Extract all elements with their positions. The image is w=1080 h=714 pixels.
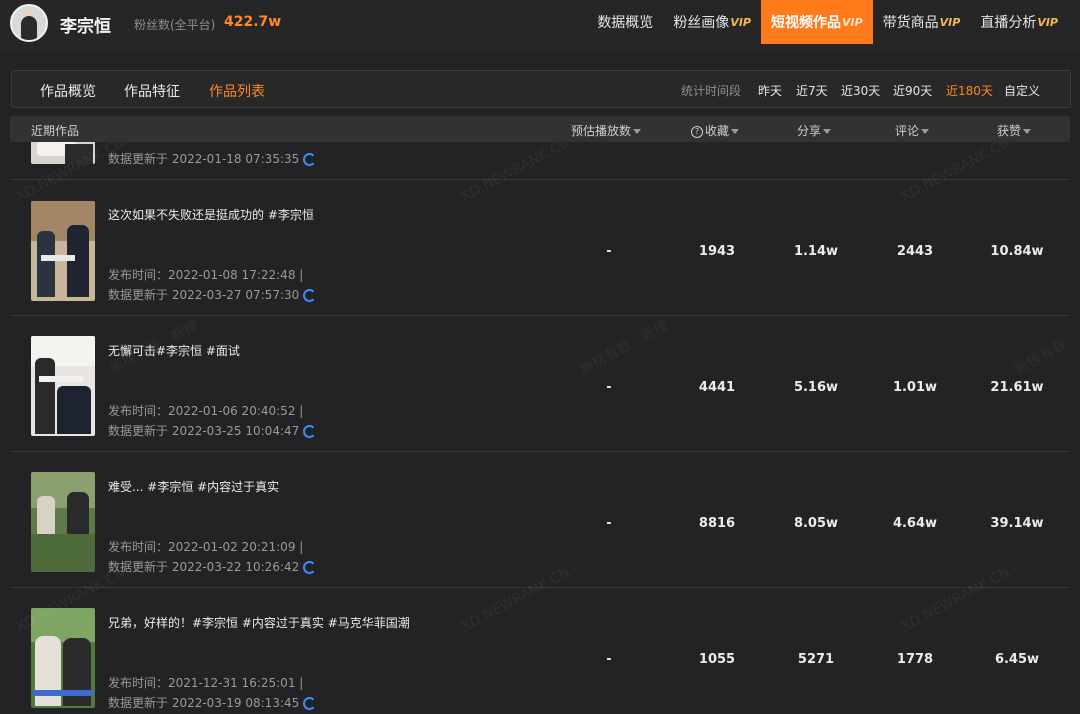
- nav-products[interactable]: 带货商品 VIP: [873, 0, 971, 44]
- publish-time: 发布时间：2022-01-06 20:40:52 |: [108, 404, 304, 418]
- video-thumbnail[interactable]: [31, 201, 95, 301]
- tab-works-features[interactable]: 作品特征: [124, 81, 180, 101]
- column-comments[interactable]: 评论: [895, 122, 930, 139]
- video-thumbnail[interactable]: [31, 142, 95, 164]
- sort-caret-icon: [633, 129, 642, 134]
- refresh-icon[interactable]: [303, 425, 317, 438]
- fans-count: 422.7w: [224, 14, 282, 30]
- nav-data-overview[interactable]: 数据概览: [587, 0, 663, 44]
- updated-time: 数据更新于 2022-03-27 07:57:30: [108, 286, 317, 303]
- updated-time: 数据更新于 2022-01-18 07:35:35: [108, 150, 317, 167]
- period-label: 统计时间段: [681, 84, 742, 98]
- updated-time: 数据更新于 2022-03-25 10:04:47: [108, 422, 317, 439]
- main-nav: 数据概览 粉丝画像 VIP 短视频作品 VIP 带货商品 VIP 直播分析 VIP: [587, 0, 1068, 44]
- period-30-days[interactable]: 近30天: [841, 82, 880, 99]
- avatar[interactable]: [10, 4, 48, 42]
- period-180-days[interactable]: 近180天: [946, 82, 993, 99]
- refresh-icon[interactable]: [303, 153, 317, 166]
- updated-time: 数据更新于 2022-03-22 10:26:42: [108, 558, 317, 575]
- fans-label: 粉丝数(全平台): [134, 18, 216, 32]
- comments-value: 2443: [896, 244, 934, 259]
- updated-time: 数据更新于 2022-03-19 08:13:45: [108, 694, 317, 711]
- column-plays[interactable]: 预估播放数: [571, 122, 642, 139]
- publish-time: 发布时间：2022-01-02 20:21:09 |: [108, 540, 304, 554]
- refresh-icon[interactable]: [303, 289, 317, 302]
- comments-value: 1778: [896, 652, 934, 667]
- vip-badge: VIP: [730, 15, 751, 29]
- likes-value: 39.14w: [990, 516, 1044, 531]
- table-row[interactable]: 兄弟，好样的！#李宗恒 #内容过于真实 #马克华菲国潮 发布时间：2021-12…: [10, 588, 1070, 714]
- table-row[interactable]: 难受... #李宗恒 #内容过于真实 发布时间：2022-01-02 20:21…: [10, 452, 1070, 588]
- video-thumbnail[interactable]: [31, 472, 95, 572]
- nav-fan-profile[interactable]: 粉丝画像 VIP: [663, 0, 761, 44]
- sort-caret-icon: [921, 129, 930, 134]
- nav-live-analysis[interactable]: 直播分析 VIP: [970, 0, 1068, 44]
- help-icon[interactable]: ?: [691, 125, 703, 138]
- sort-caret-icon: [1023, 129, 1032, 134]
- shares-value: 5.16w: [793, 380, 839, 395]
- sub-nav: 作品概览 作品特征 作品列表 统计时间段 昨天 近7天 近30天 近90天 近1…: [11, 70, 1071, 108]
- vip-badge: VIP: [1037, 15, 1058, 29]
- likes-value: 6.45w: [994, 652, 1040, 667]
- favorites-value: 1943: [698, 244, 736, 259]
- table-row[interactable]: 数据更新于 2022-01-18 07:35:35: [10, 142, 1070, 180]
- table-header: 近期作品 预估播放数 ? 收藏 分享 评论 获赞: [10, 116, 1070, 142]
- comments-value: 1.01w: [892, 380, 938, 395]
- plays-value: -: [606, 244, 612, 259]
- video-title[interactable]: 兄弟，好样的！#李宗恒 #内容过于真实 #马克华菲国潮: [108, 614, 410, 631]
- tab-works-overview[interactable]: 作品概览: [40, 81, 96, 101]
- comments-value: 4.64w: [892, 516, 938, 531]
- favorites-value: 8816: [698, 516, 736, 531]
- sort-caret-icon: [823, 129, 832, 134]
- user-name: 李宗恒: [60, 17, 111, 37]
- video-thumbnail[interactable]: [31, 336, 95, 436]
- top-bar: 李宗恒 粉丝数(全平台) 422.7w 数据概览 粉丝画像 VIP 短视频作品 VI…: [0, 0, 1080, 50]
- favorites-value: 1055: [698, 652, 736, 667]
- video-title[interactable]: 难受... #李宗恒 #内容过于真实: [108, 478, 279, 495]
- column-recent-works: 近期作品: [31, 124, 80, 138]
- period-custom[interactable]: 自定义: [1004, 82, 1040, 99]
- shares-value: 5271: [797, 652, 835, 667]
- column-favorites[interactable]: ? 收藏: [691, 122, 740, 139]
- favorites-value: 4441: [698, 380, 736, 395]
- works-list[interactable]: 数据更新于 2022-01-18 07:35:35 这次如果不失败还是挺成功的 …: [10, 142, 1070, 714]
- column-likes[interactable]: 获赞: [997, 122, 1032, 139]
- tab-works-list[interactable]: 作品列表: [209, 81, 265, 101]
- table-row[interactable]: 无懈可击#李宗恒 #面试 发布时间：2022-01-06 20:40:52 | …: [10, 316, 1070, 452]
- shares-value: 8.05w: [793, 516, 839, 531]
- sort-caret-icon: [731, 129, 740, 134]
- likes-value: 21.61w: [990, 380, 1044, 395]
- vip-badge: VIP: [939, 15, 961, 29]
- refresh-icon[interactable]: [303, 697, 317, 710]
- table-row[interactable]: 这次如果不失败还是挺成功的 #李宗恒 发布时间：2022-01-08 17:22…: [10, 180, 1070, 316]
- refresh-icon[interactable]: [303, 561, 317, 574]
- publish-time: 发布时间：2022-01-08 17:22:48 |: [108, 268, 304, 282]
- column-shares[interactable]: 分享: [797, 122, 832, 139]
- video-thumbnail[interactable]: [31, 608, 95, 708]
- plays-value: -: [606, 652, 612, 667]
- period-7-days[interactable]: 近7天: [796, 82, 828, 99]
- plays-value: -: [606, 516, 612, 531]
- shares-value: 1.14w: [793, 244, 839, 259]
- vip-badge: VIP: [841, 15, 863, 29]
- period-90-days[interactable]: 近90天: [893, 82, 932, 99]
- period-yesterday[interactable]: 昨天: [758, 82, 782, 99]
- likes-value: 10.84w: [990, 244, 1044, 259]
- video-title[interactable]: 无懈可击#李宗恒 #面试: [108, 342, 240, 359]
- publish-time: 发布时间：2021-12-31 16:25:01 |: [108, 676, 304, 690]
- plays-value: -: [606, 380, 612, 395]
- video-title[interactable]: 这次如果不失败还是挺成功的 #李宗恒: [108, 206, 314, 223]
- nav-short-video[interactable]: 短视频作品 VIP: [760, 0, 873, 44]
